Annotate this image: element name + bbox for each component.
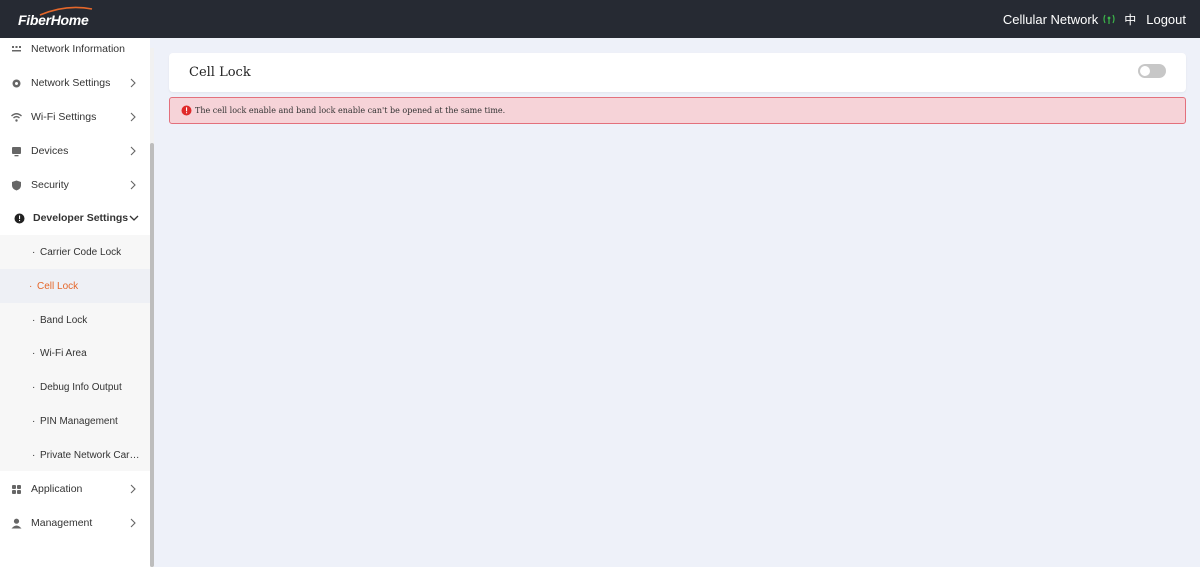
chevron-right-icon [128, 146, 138, 156]
developer-settings-submenu: · Carrier Code Lock · Cell Lock · Band L… [0, 235, 150, 471]
chevron-right-icon [128, 180, 138, 190]
sidebar: Network Information Network Settings Wi-… [0, 38, 150, 567]
logo-text: FiberHome [18, 12, 89, 28]
toggle-knob [1140, 66, 1150, 76]
sidebar-item-network-information[interactable]: Network Information [0, 38, 150, 66]
network-status-label: Cellular Network [1002, 11, 1099, 27]
cell-lock-toggle[interactable] [1138, 64, 1166, 78]
submenu-item-private-network-carrier[interactable]: · Private Network Carrier [0, 438, 150, 472]
user-icon [11, 518, 22, 529]
chevron-right-icon [128, 484, 138, 494]
sidebar-item-security[interactable]: Security [0, 168, 150, 202]
monitor-icon [11, 146, 22, 157]
submenu-item-label: Private Network Carrier [40, 449, 140, 461]
submenu-item-cell-lock[interactable]: · Cell Lock [0, 269, 150, 303]
shield-icon [11, 180, 22, 191]
sidebar-item-label: Devices [31, 145, 69, 157]
submenu-item-label: Cell Lock [37, 280, 79, 292]
chevron-right-icon [128, 518, 138, 528]
error-alert: The cell lock enable and band lock enabl… [169, 97, 1186, 124]
apps-grid-icon [11, 484, 22, 495]
error-exclamation-icon [181, 105, 192, 116]
logout-button[interactable]: Logout [1146, 12, 1186, 27]
sidebar-item-label: Network Settings [31, 77, 111, 89]
alert-message: The cell lock enable and band lock enabl… [195, 106, 506, 115]
submenu-item-label: Wi-Fi Area [40, 347, 87, 359]
sidebar-scrollbar[interactable] [150, 48, 154, 567]
submenu-item-debug-info-output[interactable]: · Debug Info Output [0, 370, 150, 404]
sidebar-item-application[interactable]: Application [0, 472, 150, 506]
submenu-item-wifi-area[interactable]: · Wi-Fi Area [0, 336, 150, 370]
fiberhome-logo: FiberHome [18, 6, 93, 31]
top-header: FiberHome Cellular Network 中 Logout [0, 0, 1200, 38]
sidebar-item-developer-settings[interactable]: Developer Settings [0, 201, 150, 235]
submenu-item-label: Band Lock [40, 314, 88, 326]
submenu-item-label: PIN Management [40, 415, 118, 427]
sidebar-item-management[interactable]: Management [0, 506, 150, 540]
sidebar-item-label: Network Information [31, 43, 125, 55]
sidebar-item-network-settings[interactable]: Network Settings [0, 66, 150, 100]
cell-lock-card: Cell Lock [169, 53, 1186, 92]
submenu-item-pin-management[interactable]: · PIN Management [0, 404, 150, 438]
wifi-icon [11, 112, 22, 123]
exclamation-circle-icon [14, 213, 25, 224]
sidebar-item-label: Wi-Fi Settings [31, 111, 97, 123]
page-title: Cell Lock [189, 65, 251, 80]
signal-antenna-icon [1102, 12, 1116, 26]
submenu-item-carrier-code-lock[interactable]: · Carrier Code Lock [0, 235, 150, 269]
submenu-item-label: Carrier Code Lock [40, 246, 122, 258]
chevron-right-icon [128, 78, 138, 88]
chevron-right-icon [128, 112, 138, 122]
network-info-icon [11, 44, 22, 55]
sidebar-item-label: Application [31, 483, 83, 495]
gear-icon [11, 78, 22, 89]
submenu-item-label: Debug Info Output [40, 381, 122, 393]
chevron-down-icon [129, 213, 139, 223]
sidebar-item-label: Developer Settings [33, 212, 129, 224]
sidebar-item-wifi-settings[interactable]: Wi-Fi Settings [0, 100, 150, 134]
sidebar-item-label: Security [31, 179, 69, 191]
language-switch[interactable]: 中 [1124, 11, 1136, 28]
submenu-item-band-lock[interactable]: · Band Lock [0, 303, 150, 337]
sidebar-item-label: Management [31, 517, 93, 529]
sidebar-item-devices[interactable]: Devices [0, 134, 150, 168]
sidebar-scroll-thumb[interactable] [150, 143, 154, 567]
